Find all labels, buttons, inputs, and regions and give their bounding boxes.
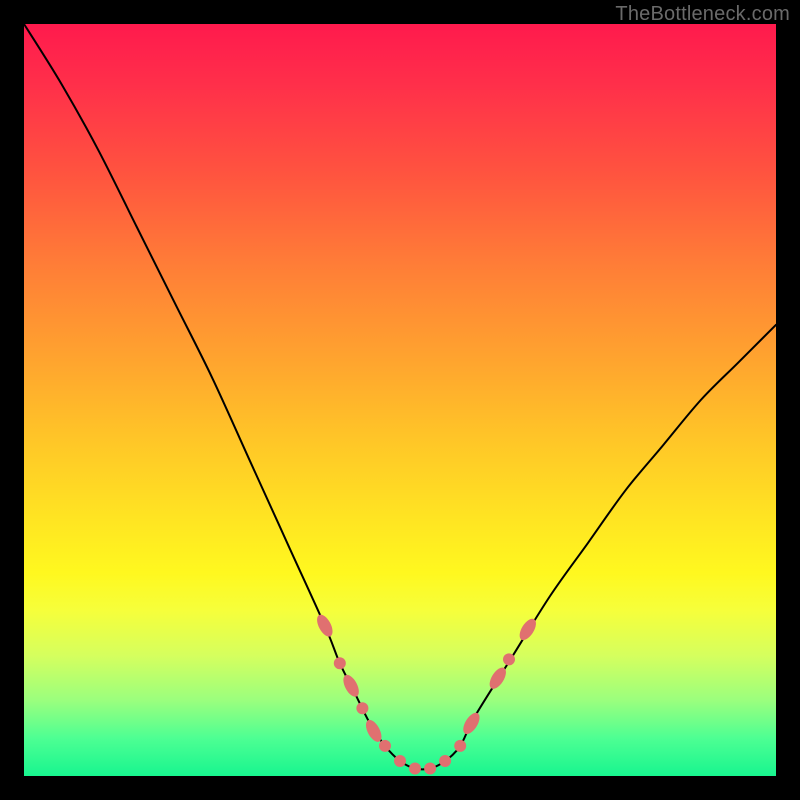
chart-stage: TheBottleneck.com bbox=[0, 0, 800, 800]
curve-marker bbox=[340, 672, 362, 699]
curve-marker bbox=[356, 702, 368, 714]
curve-marker bbox=[334, 657, 346, 669]
curve-marker bbox=[314, 612, 336, 639]
attribution-text: TheBottleneck.com bbox=[615, 3, 790, 26]
marker-layer bbox=[314, 612, 539, 774]
curve-svg bbox=[24, 24, 776, 776]
curve-marker bbox=[409, 763, 421, 775]
curve-marker bbox=[379, 740, 391, 752]
bottleneck-curve bbox=[24, 24, 776, 769]
plot-area bbox=[24, 24, 776, 776]
curve-marker bbox=[460, 710, 483, 737]
curve-marker bbox=[394, 755, 406, 767]
curve-marker bbox=[503, 653, 515, 665]
curve-marker bbox=[424, 763, 436, 775]
curve-marker bbox=[486, 665, 509, 692]
curve-marker bbox=[439, 755, 451, 767]
curve-marker bbox=[454, 740, 466, 752]
